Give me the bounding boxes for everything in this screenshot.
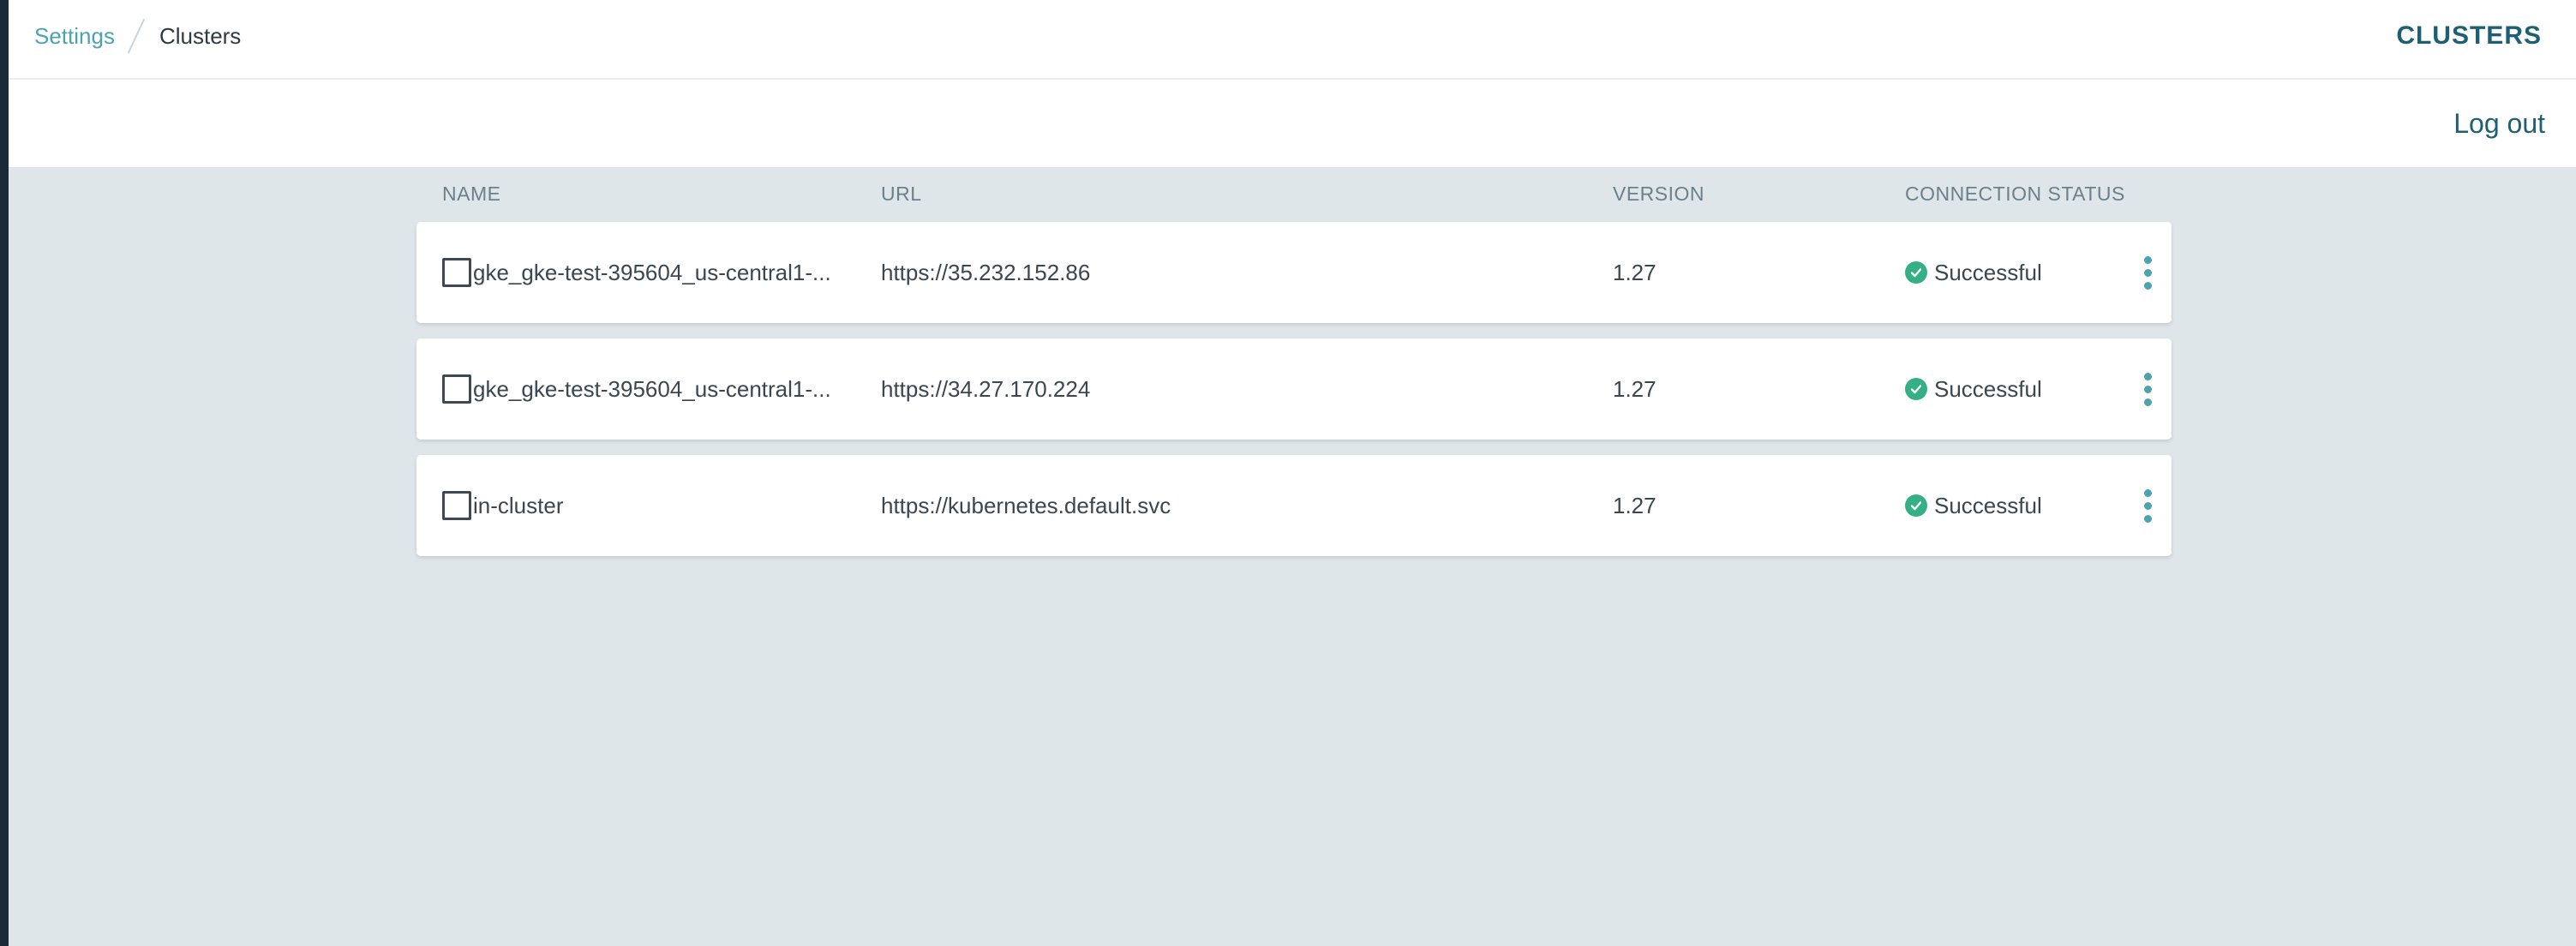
status-text: Successful [1934,375,2042,402]
more-vertical-icon[interactable] [2130,338,2165,440]
more-vertical-icon[interactable] [2130,222,2165,323]
check-circle-icon [1905,261,1927,284]
cluster-version: 1.27 [1613,259,1656,285]
connection-status: Successful [1905,455,2042,556]
more-vertical-icon[interactable] [2130,455,2165,556]
table-row[interactable]: in-cluster https://kubernetes.default.sv… [416,455,2172,556]
page-title: CLUSTERS [2396,21,2542,50]
top-bar: Settings Clusters CLUSTERS [9,0,2576,80]
column-header-url: URL [881,183,922,205]
app: Settings Clusters CLUSTERS Log out NAME … [0,0,2576,946]
column-header-name: NAME [442,183,501,205]
breadcrumb-current: Clusters [159,22,242,49]
logout-button[interactable]: Log out [2453,80,2545,167]
name-cell: gke_gke-test-395604_us-central1-... [442,222,831,323]
status-text: Successful [1934,259,2042,285]
connection-status: Successful [1905,338,2042,440]
left-nav-strip [0,0,9,946]
cluster-url: https://35.232.152.86 [881,259,1091,285]
breadcrumb-settings-link[interactable]: Settings [34,23,115,50]
table-row[interactable]: gke_gke-test-395604_us-central1-... http… [416,222,2172,323]
table-row[interactable]: gke_gke-test-395604_us-central1-... http… [416,338,2172,440]
breadcrumb: Settings Clusters [34,0,241,72]
clusters-table: NAME URL VERSION CONNECTION STATUS gke_g… [416,167,2172,572]
column-header-connection-status: CONNECTION STATUS [1905,183,2125,205]
status-text: Successful [1934,492,2042,518]
cluster-name: gke_gke-test-395604_us-central1-... [473,375,831,402]
name-cell: gke_gke-test-395604_us-central1-... [442,338,831,440]
row-checkbox[interactable] [442,374,471,404]
breadcrumb-separator [127,18,146,54]
cluster-version: 1.27 [1613,492,1656,518]
cluster-name: gke_gke-test-395604_us-central1-... [473,259,831,285]
table-header: NAME URL VERSION CONNECTION STATUS [416,167,2172,222]
cluster-name: in-cluster [473,492,564,518]
connection-status: Successful [1905,222,2042,323]
cluster-version: 1.27 [1613,375,1656,402]
cluster-url: https://kubernetes.default.svc [881,492,1171,518]
column-header-version: VERSION [1613,183,1705,205]
action-bar: Log out [9,80,2576,167]
row-checkbox[interactable] [442,491,471,520]
check-circle-icon [1905,378,1927,400]
name-cell: in-cluster [442,455,563,556]
row-checkbox[interactable] [442,258,471,287]
cluster-url: https://34.27.170.224 [881,375,1091,402]
check-circle-icon [1905,494,1927,517]
